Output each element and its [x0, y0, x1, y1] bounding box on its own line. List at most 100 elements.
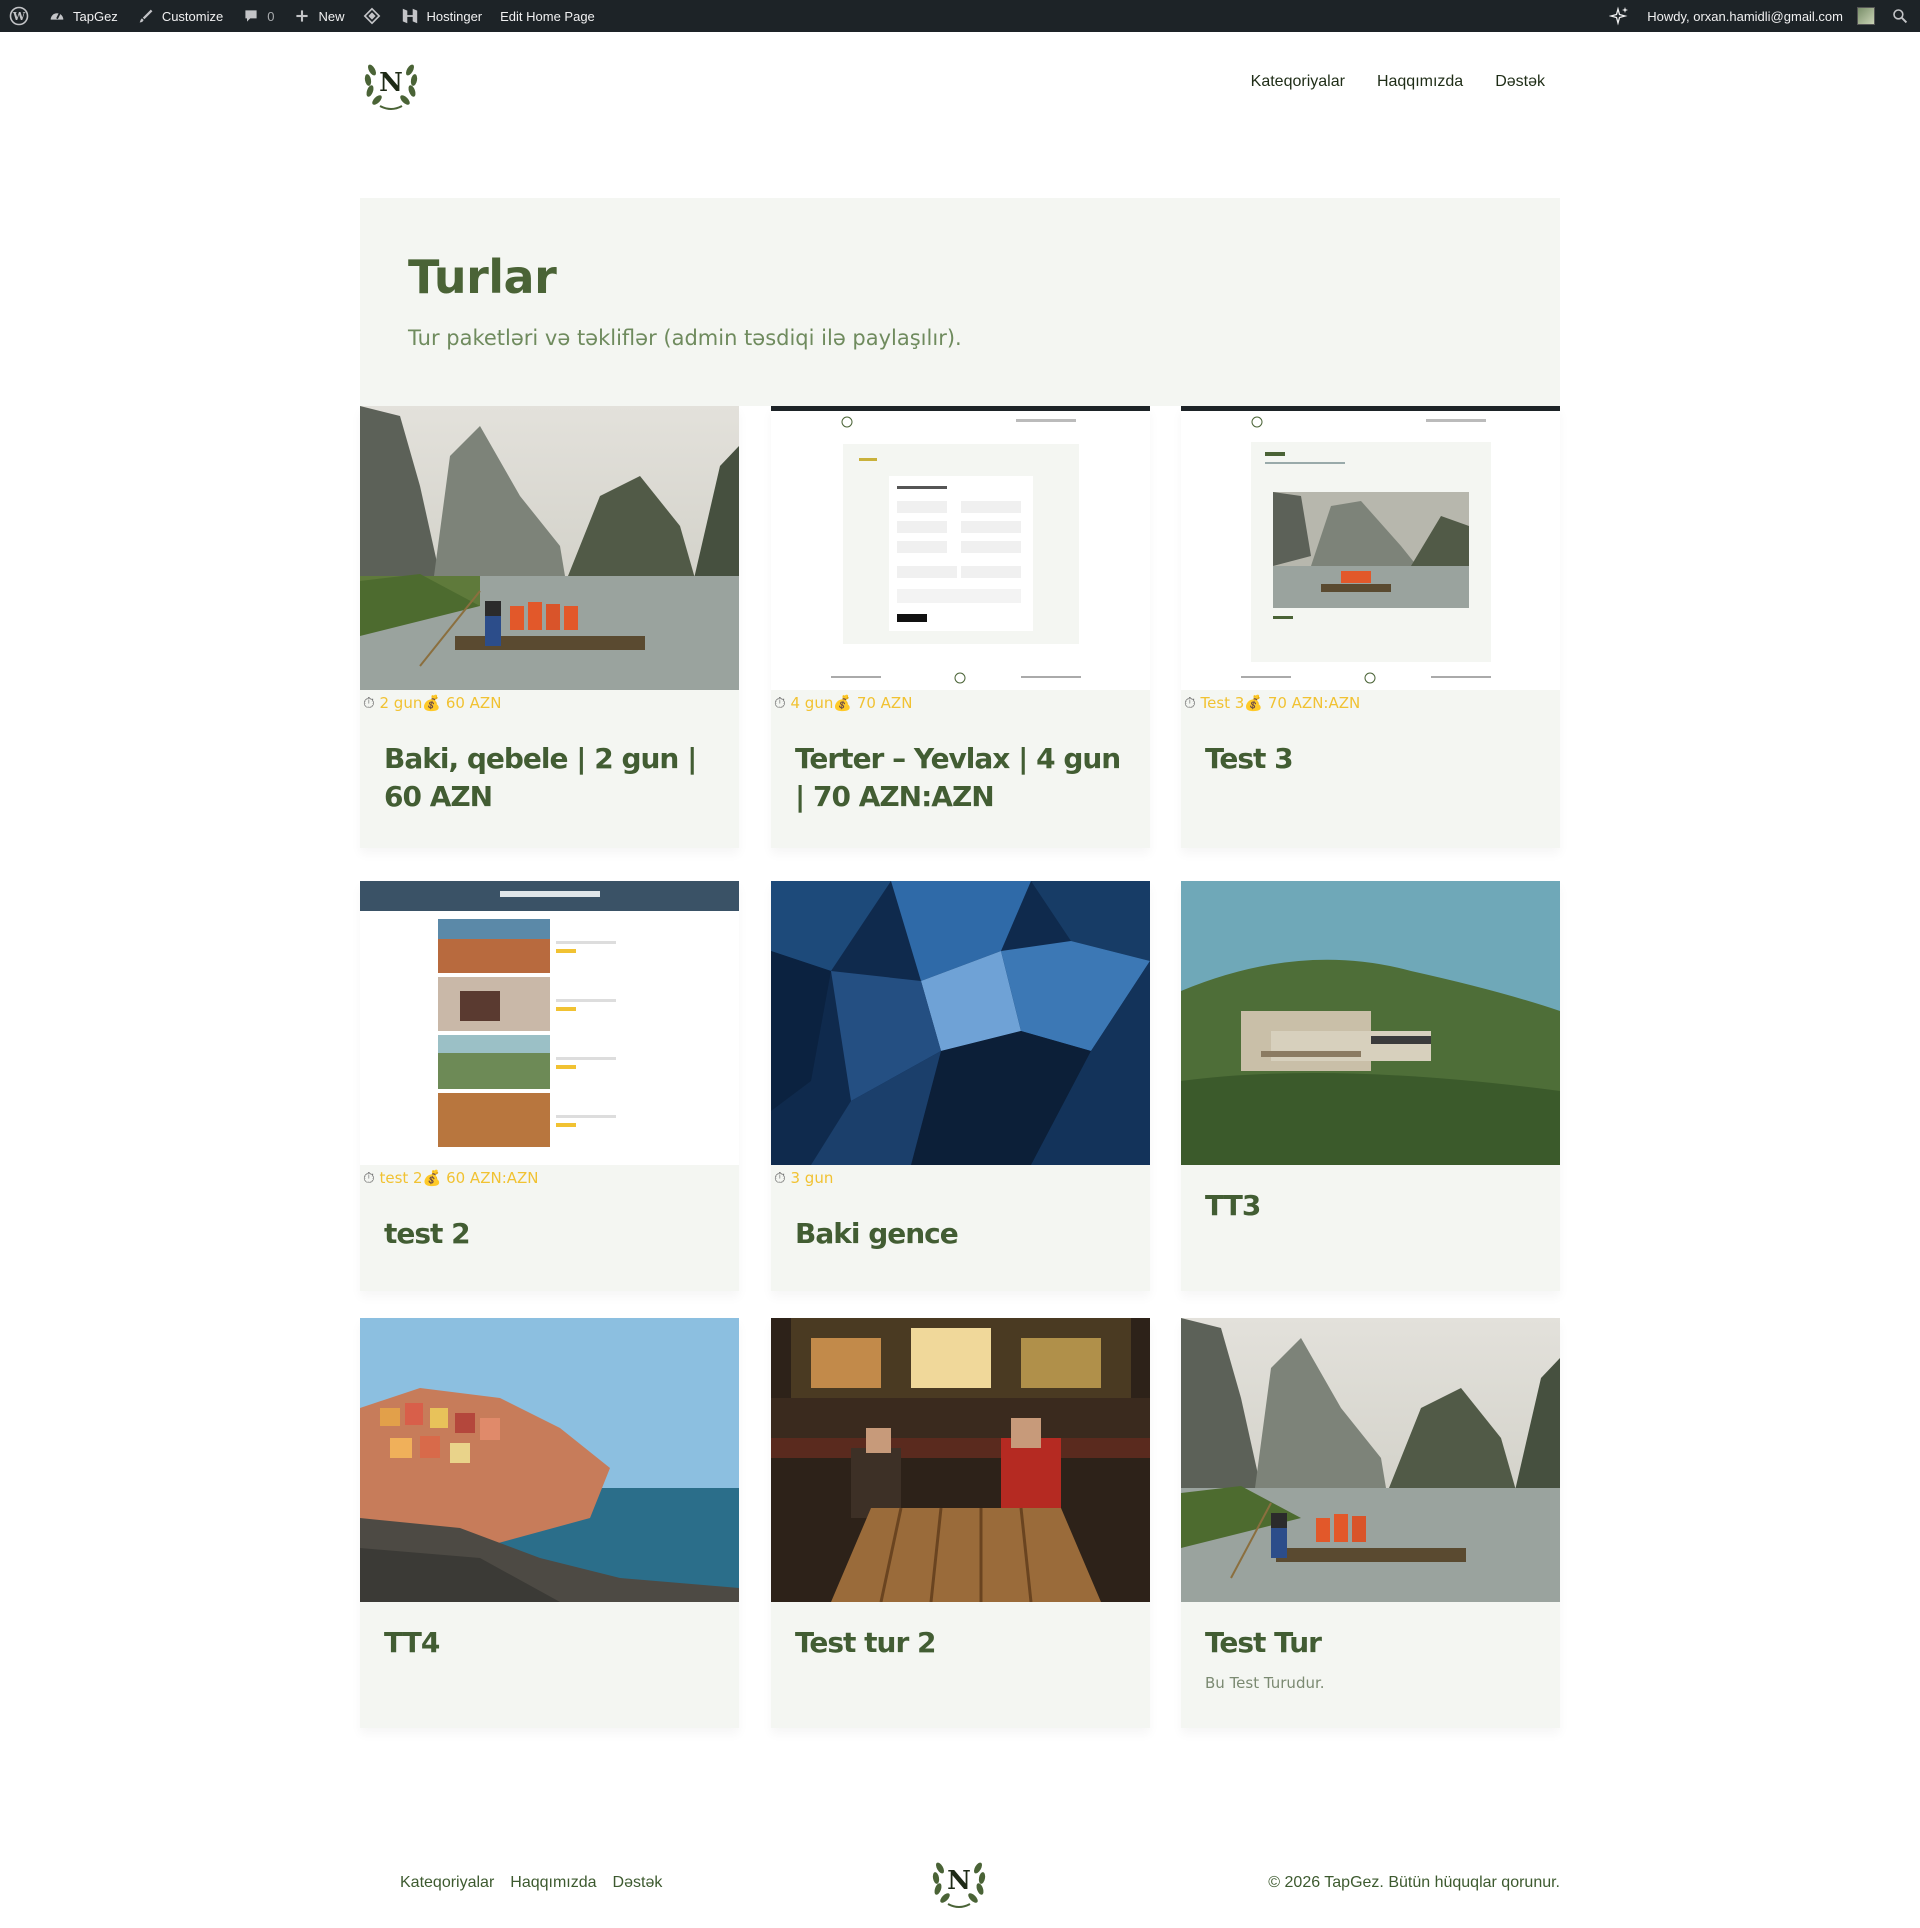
site-logo[interactable]: N — [360, 52, 422, 112]
tour-title[interactable]: TT3 — [1205, 1187, 1545, 1225]
tour-image[interactable] — [1181, 406, 1560, 690]
tour-price: 60 AZN — [445, 694, 502, 712]
tour-image[interactable] — [771, 406, 1150, 690]
money-bag-icon: 💰 — [1244, 694, 1264, 712]
stopwatch-icon: ⏱ — [774, 1169, 786, 1187]
dashboard-icon — [47, 6, 67, 26]
stopwatch-icon: ⏱ — [363, 694, 375, 712]
diamond-icon — [362, 6, 382, 26]
page-hero: Turlar Tur paketləri və təkliflər (admin… — [360, 198, 1560, 406]
site-header: N Kateqoriyalar Haqqımızda Dəstək — [360, 32, 1560, 132]
svg-text:N: N — [947, 1866, 971, 1896]
tour-card[interactable]: ⏱ 4 gun💰 70 AZN Terter – Yevlax | 4 gun … — [771, 406, 1150, 848]
tour-description: Bu Test Turudur. — [1205, 1674, 1325, 1692]
tour-price: 70 AZN — [856, 694, 913, 712]
tour-image[interactable] — [360, 881, 739, 1165]
stopwatch-icon: ⏱ — [774, 694, 786, 712]
nav-item-destek[interactable]: Dəstək — [1495, 73, 1545, 91]
site-footer: Kateqoriyalar Haqqımızda Dəstək N © 2026… — [360, 1830, 1560, 1910]
page-subtitle: Tur paketləri və təkliflər (admin təsdiq… — [408, 326, 962, 350]
svg-text:W: W — [12, 10, 26, 23]
ai-assistant-button[interactable] — [1600, 0, 1638, 32]
edit-page-label: Edit Home Page — [500, 8, 595, 24]
hostinger-menu[interactable]: Hostinger — [391, 0, 491, 32]
tour-title[interactable]: Test Tur — [1205, 1624, 1545, 1662]
tour-card[interactable]: ⏱ Test 3💰 70 AZN:AZN Test 3 — [1181, 406, 1560, 848]
tour-meta: ⏱ 3 gun — [774, 1169, 833, 1187]
tour-title[interactable]: test 2 — [384, 1215, 724, 1253]
wordpress-menu[interactable]: W — [0, 0, 38, 32]
footer-nav: Kateqoriyalar Haqqımızda Dəstək — [400, 1874, 662, 1892]
hostinger-label: Hostinger — [426, 8, 483, 24]
tour-price: 60 AZN:AZN — [446, 1169, 539, 1187]
main-nav: Kateqoriyalar Haqqımızda Dəstək — [1251, 73, 1545, 91]
comments-count: 0 — [267, 8, 275, 24]
admin-bar: W TapGez Customize 0 New Hostinger Edit … — [0, 0, 1920, 32]
site-name-label: TapGez — [73, 8, 118, 24]
my-account-menu[interactable]: Howdy, orxan.hamidli@gmail.com — [1638, 0, 1881, 32]
tour-title[interactable]: Baki gence — [795, 1215, 1135, 1253]
nav-item-haqqimizda[interactable]: Haqqımızda — [1377, 73, 1463, 91]
footer-link-haqqimizda[interactable]: Haqqımızda — [510, 1874, 596, 1892]
laurel-logo-icon: N — [932, 1862, 986, 1908]
brush-icon — [136, 6, 156, 26]
tour-card[interactable]: TT4 — [360, 1318, 739, 1728]
tour-duration: Test 3 — [1200, 694, 1245, 712]
tour-card[interactable]: ⏱ 2 gun💰 60 AZN Baki, qebele | 2 gun | 6… — [360, 406, 739, 848]
admin-search-button[interactable] — [1881, 0, 1920, 32]
comments-link[interactable]: 0 — [232, 0, 283, 32]
edit-page-link[interactable]: Edit Home Page — [491, 0, 604, 32]
tour-image[interactable] — [1181, 1318, 1560, 1602]
tour-price: 70 AZN:AZN — [1267, 694, 1361, 712]
tour-meta: ⏱ Test 3💰 70 AZN:AZN — [1184, 694, 1360, 712]
comment-bubble-icon — [241, 6, 261, 26]
tour-duration: 2 gun — [379, 694, 423, 712]
stopwatch-icon: ⏱ — [1184, 694, 1196, 712]
tour-card[interactable]: ⏱ 3 gun Baki gence — [771, 881, 1150, 1291]
customize-label: Customize — [161, 8, 224, 24]
new-label: New — [318, 8, 345, 24]
site-name-menu[interactable]: TapGez — [38, 0, 127, 32]
money-bag-icon: 💰 — [833, 694, 853, 712]
tour-meta: ⏱ 4 gun💰 70 AZN — [774, 694, 912, 712]
wordpress-logo-icon: W — [9, 6, 29, 26]
tour-title[interactable]: TT4 — [384, 1624, 724, 1662]
tour-image[interactable] — [771, 881, 1150, 1165]
sparkle-icon — [1609, 6, 1629, 26]
tour-image[interactable] — [771, 1318, 1150, 1602]
tour-title[interactable]: Test tur 2 — [795, 1624, 1135, 1662]
tour-image[interactable] — [360, 406, 739, 690]
tour-image[interactable] — [1181, 881, 1560, 1165]
tour-title[interactable]: Test 3 — [1205, 740, 1545, 778]
nav-item-kateqoriyalar[interactable]: Kateqoriyalar — [1251, 73, 1345, 91]
tour-card[interactable]: ⏱ test 2💰 60 AZN:AZN test 2 — [360, 881, 739, 1291]
footer-link-kateqoriyalar[interactable]: Kateqoriyalar — [400, 1874, 494, 1892]
diamond-menu[interactable] — [353, 0, 391, 32]
customize-link[interactable]: Customize — [127, 0, 232, 32]
footer-logo[interactable]: N — [928, 1850, 990, 1910]
tour-duration: test 2 — [379, 1169, 423, 1187]
howdy-label: Howdy, orxan.hamidli@gmail.com — [1647, 8, 1843, 24]
page-title: Turlar — [408, 250, 557, 304]
laurel-logo-icon: N — [364, 64, 418, 110]
search-icon — [1890, 6, 1910, 26]
tour-image[interactable] — [360, 1318, 739, 1602]
stopwatch-icon: ⏱ — [363, 1169, 375, 1187]
tour-card[interactable]: Test tur 2 — [771, 1318, 1150, 1728]
svg-text:N: N — [379, 68, 403, 98]
tour-meta: ⏱ 2 gun💰 60 AZN — [363, 694, 501, 712]
plus-icon — [292, 6, 312, 26]
tour-duration: 4 gun — [790, 694, 834, 712]
tour-card[interactable]: Test Tur Bu Test Turudur. — [1181, 1318, 1560, 1728]
tour-title[interactable]: Baki, qebele | 2 gun | 60 AZN — [384, 740, 724, 816]
tour-card[interactable]: TT3 — [1181, 881, 1560, 1291]
money-bag-icon: 💰 — [422, 1169, 442, 1187]
tour-meta: ⏱ test 2💰 60 AZN:AZN — [363, 1169, 539, 1187]
money-bag-icon: 💰 — [422, 694, 442, 712]
hostinger-logo-icon — [400, 6, 420, 26]
tour-duration: 3 gun — [790, 1169, 834, 1187]
tour-title[interactable]: Terter – Yevlax | 4 gun | 70 AZN:AZN — [795, 740, 1135, 816]
copyright-text: © 2026 TapGez. Bütün hüquqlar qorunur. — [1268, 1874, 1560, 1891]
footer-link-destek[interactable]: Dəstək — [613, 1874, 663, 1892]
new-content-menu[interactable]: New — [283, 0, 353, 32]
